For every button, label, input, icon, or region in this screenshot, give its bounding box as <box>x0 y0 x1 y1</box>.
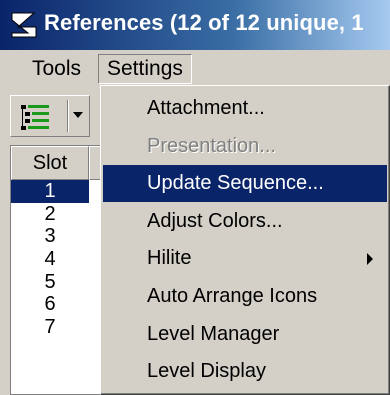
menu-item-auto-arrange-icons[interactable]: Auto Arrange Icons <box>103 278 387 315</box>
menu-item-label: Hilite <box>147 247 192 270</box>
list-row[interactable]: 4 <box>11 248 89 271</box>
menu-settings-label: Settings <box>107 57 183 80</box>
menu-item-label: Attachment... <box>147 97 265 119</box>
list-row[interactable]: 6 <box>11 293 89 316</box>
microstation-logo-icon <box>11 12 37 38</box>
list-tree-icon <box>21 105 49 130</box>
menu-item-hilite[interactable]: Hilite <box>103 240 387 277</box>
menu-item-adjust-colors[interactable]: Adjust Colors... <box>103 203 387 240</box>
references-list[interactable]: Slot 1234567 <box>10 145 111 395</box>
list-row[interactable]: 2 <box>11 203 89 226</box>
settings-menu: Attachment... Presentation... Update Seque… <box>100 85 390 395</box>
window-title: References (12 of 12 unique, 1 <box>44 10 364 35</box>
tool-settings-button[interactable] <box>10 95 90 137</box>
menu-item-label: Adjust Colors... <box>147 209 283 232</box>
menu-item-presentation[interactable]: Presentation... <box>103 128 387 165</box>
menu-tools[interactable]: Tools <box>24 54 89 84</box>
menu-item-update-sequence[interactable]: Update Sequence... <box>103 165 387 203</box>
menu-item-label: Update Sequence... <box>147 172 324 195</box>
menu-item-attachment[interactable]: Attachment... <box>103 90 387 127</box>
list-rows: 1234567 <box>11 180 109 339</box>
menu-item-label: Level Display <box>147 360 266 383</box>
title-bar: References (12 of 12 unique, 1 <box>0 0 390 50</box>
menu-item-label: Auto Arrange Icons <box>147 285 318 307</box>
list-row[interactable]: 5 <box>11 271 89 294</box>
list-row[interactable]: 3 <box>11 225 89 248</box>
toolbar-separator <box>67 100 68 132</box>
toolbar <box>0 87 105 143</box>
chevron-down-icon[interactable] <box>73 112 83 118</box>
menu-item-label: Level Manager <box>147 322 280 345</box>
menu-item-label: Presentation... <box>147 134 276 157</box>
list-row[interactable]: 7 <box>11 316 89 339</box>
list-row[interactable]: 1 <box>11 180 89 203</box>
menu-bar: Tools Settings <box>0 50 390 87</box>
menu-tools-label: Tools <box>32 57 82 80</box>
submenu-arrow-icon <box>367 253 373 266</box>
list-header: Slot <box>11 146 111 180</box>
column-header-slot[interactable]: Slot <box>11 146 89 180</box>
menu-item-level-display[interactable]: Level Display <box>103 353 387 390</box>
menu-item-level-manager[interactable]: Level Manager <box>103 316 387 353</box>
menu-settings[interactable]: Settings <box>98 54 192 84</box>
